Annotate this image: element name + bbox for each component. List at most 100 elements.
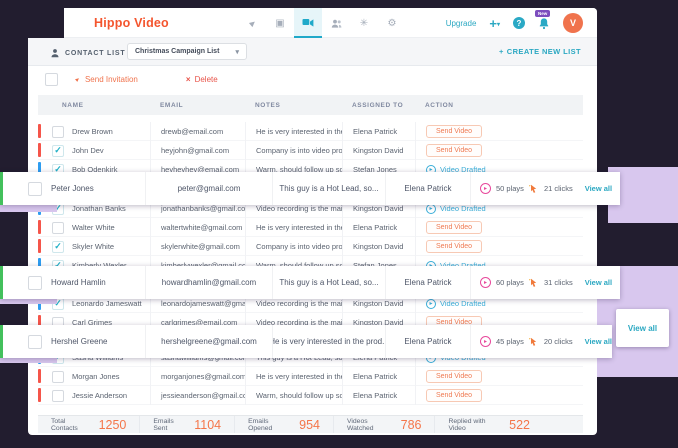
contact-name: Skyler White xyxy=(72,242,114,251)
upgrade-link[interactable]: Upgrade xyxy=(446,19,477,28)
create-new-list-button[interactable]: +CREATE NEW LIST xyxy=(499,47,581,56)
row-checkbox[interactable] xyxy=(52,222,64,234)
contacts-table: NAME EMAIL NOTES ASSIGNED TO ACTION Drew… xyxy=(38,95,583,413)
send-video-button[interactable]: Send Video xyxy=(426,370,482,383)
asterisk-icon: ✳ xyxy=(360,18,368,29)
table-row: John Dev heyjohn@gmail.com Company is in… xyxy=(38,141,583,160)
contact-assigned: Elena Patrick xyxy=(342,386,415,405)
plus-icon: + xyxy=(489,16,497,31)
send-video-button[interactable]: Send Video xyxy=(426,144,482,157)
view-all-link[interactable]: View all xyxy=(628,324,657,333)
video-camera-icon xyxy=(302,16,314,28)
nav-settings-icon[interactable]: ⚙ xyxy=(378,8,406,38)
paper-plane-icon: ► xyxy=(245,16,258,29)
row-checkbox[interactable] xyxy=(52,126,64,138)
new-badge: New xyxy=(535,10,550,17)
gear-icon: ⚙ xyxy=(388,18,397,29)
help-button[interactable]: ? xyxy=(513,17,525,29)
row-checkbox[interactable] xyxy=(52,371,64,383)
nav-contacts-icon[interactable] xyxy=(322,8,350,38)
send-video-button[interactable]: Send Video xyxy=(426,125,482,138)
contact-notes: He is very interested in the prod... xyxy=(245,122,342,141)
plays-icon xyxy=(480,336,491,347)
contact-notes: Company is into video produ... xyxy=(245,141,342,160)
send-invitation-button[interactable]: ►Send Invitation xyxy=(75,75,138,84)
contact-name: Drew Brown xyxy=(72,127,113,136)
contact-notes: Company is into video produ... xyxy=(245,237,342,256)
table-row: Walter White waltertwhite@gmail.com He i… xyxy=(38,218,583,237)
header-right-cluster: Upgrade +▾ ? New V xyxy=(446,8,583,38)
person-icon xyxy=(50,48,60,58)
clicks-count: 31 clicks xyxy=(544,278,573,287)
contact-name: Jonathan Banks xyxy=(72,204,126,213)
contact-assigned: Elena Patrick xyxy=(342,122,415,141)
question-icon: ? xyxy=(517,19,522,28)
chevron-down-icon: ▾ xyxy=(235,48,239,56)
play-circle-icon xyxy=(426,204,436,214)
highlighted-contact-row: Peter Jones peter@gmail.com This guy is … xyxy=(0,172,620,205)
table-row: Morgan Jones morganjones@gmail.com He is… xyxy=(38,367,583,386)
hippo-video-logo: Hippo Video xyxy=(94,16,169,30)
plays-count: 45 plays xyxy=(496,337,524,346)
contact-assigned: Elena Patrick xyxy=(385,172,470,205)
row-checkbox[interactable] xyxy=(28,182,42,196)
user-avatar[interactable]: V xyxy=(563,13,583,33)
contact-email: howardhamlin@gmail.com xyxy=(145,266,272,299)
view-all-link[interactable]: View all xyxy=(585,337,612,346)
add-new-button[interactable]: +▾ xyxy=(489,17,500,30)
stat-emails-opened: Emails Opened954 xyxy=(235,416,334,433)
contact-email: heyjohn@gmail.com xyxy=(150,141,245,160)
view-all-link[interactable]: View all xyxy=(585,278,612,287)
select-all-checkbox[interactable] xyxy=(45,73,58,86)
send-video-button[interactable]: Send Video xyxy=(426,221,482,234)
highlighted-contact-row: Howard Hamlin howardhamlin@gmail.com Thi… xyxy=(0,266,620,299)
click-cursor-icon xyxy=(529,337,539,347)
contact-notes: This guy is a Hot Lead, so... xyxy=(272,266,385,299)
col-header-name: NAME xyxy=(38,95,150,115)
row-checkbox[interactable] xyxy=(52,390,64,402)
row-checkbox[interactable] xyxy=(52,145,64,157)
plus-icon: + xyxy=(499,47,504,56)
col-header-email: EMAIL xyxy=(150,95,245,115)
send-icon: ► xyxy=(74,75,82,83)
bulk-actions-bar: ►Send Invitation ×Delete xyxy=(28,66,597,93)
plays-icon xyxy=(480,183,491,194)
nav-screen-icon[interactable]: ▣ xyxy=(266,8,294,38)
delete-button[interactable]: ×Delete xyxy=(186,75,218,84)
contact-assigned: Elena Patrick xyxy=(342,218,415,237)
close-icon: × xyxy=(186,75,191,84)
selected-list-name: Christmas Campaign List xyxy=(135,48,219,55)
row-checkbox[interactable] xyxy=(28,335,42,349)
notifications-button[interactable]: New xyxy=(538,17,550,30)
contact-notes: He is very interested in the prod... xyxy=(245,218,342,237)
video-drafted-status: Video Drafted xyxy=(426,204,486,214)
table-row: Jessie Anderson jessieanderson@gmail.com… xyxy=(38,386,583,405)
nav-video-camera-icon[interactable] xyxy=(294,8,322,38)
view-all-link[interactable]: View all xyxy=(585,184,612,193)
contact-name: Hershel Greene xyxy=(51,337,107,346)
list-selector-dropdown[interactable]: Christmas Campaign List ▾ xyxy=(127,43,247,60)
contact-list-label: CONTACT LIST xyxy=(50,48,125,58)
contact-email: hershelgreene@gmail.com xyxy=(145,325,272,358)
contact-name: Leonardo Jameswatt xyxy=(72,299,142,308)
stat-emails-sent: Emails Sent1104 xyxy=(140,416,235,433)
view-all-callout: View all xyxy=(616,309,669,347)
click-cursor-icon xyxy=(529,184,539,194)
nav-send-icon[interactable]: ► xyxy=(238,8,266,38)
col-header-assigned: ASSIGNED TO xyxy=(342,95,415,115)
send-video-button[interactable]: Send Video xyxy=(426,240,482,253)
row-checkbox[interactable] xyxy=(52,241,64,253)
contact-notes: This guy is a Hot Lead, so... xyxy=(272,172,385,205)
highlighted-contact-row: Hershel Greene hershelgreene@gmail.com H… xyxy=(0,325,612,358)
row-checkbox[interactable] xyxy=(28,276,42,290)
contact-notes: He is very interested in the prod... xyxy=(245,367,342,386)
contact-list-bar: CONTACT LIST Christmas Campaign List ▾ +… xyxy=(28,38,597,66)
table-header: NAME EMAIL NOTES ASSIGNED TO ACTION xyxy=(38,95,583,115)
contact-name: John Dev xyxy=(72,146,104,155)
contact-notes: He is very interested in the prod... xyxy=(272,325,385,358)
top-navigation-bar: Hippo Video ► ▣ ✳ ⚙ Upgrade +▾ ? New xyxy=(28,8,597,38)
nav-integrations-icon[interactable]: ✳ xyxy=(350,8,378,38)
bell-icon xyxy=(538,17,550,30)
send-video-button[interactable]: Send Video xyxy=(426,389,482,402)
contact-name: Peter Jones xyxy=(51,184,94,193)
